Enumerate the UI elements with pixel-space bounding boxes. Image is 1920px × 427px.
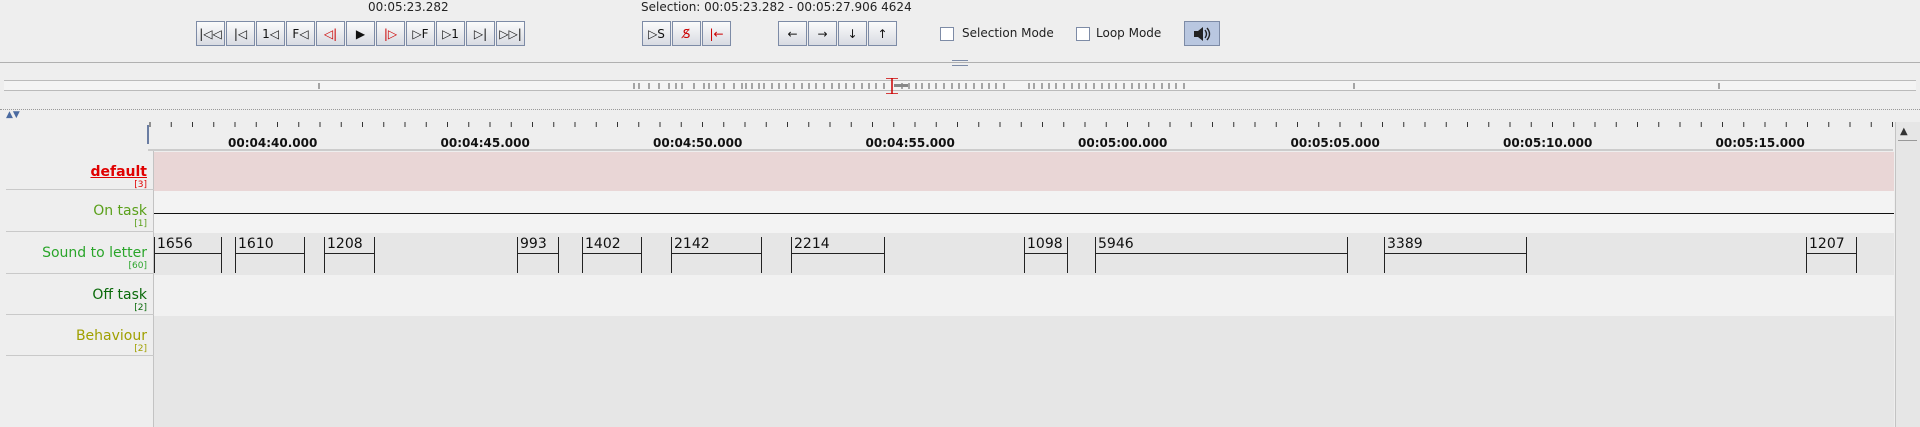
annotation-on-task[interactable] (154, 213, 1894, 214)
selection-mode-checkbox[interactable] (940, 27, 954, 41)
annotation-segment[interactable]: 5946 (1095, 236, 1348, 273)
tier-count: [60] (128, 261, 147, 271)
vertical-scrollbar[interactable]: ▲ (1895, 122, 1920, 427)
annotation-span-line (1025, 253, 1067, 254)
tier-count: [2] (134, 303, 147, 313)
annotation-span-line (1807, 253, 1856, 254)
ruler-label: 00:05:00.000 (1078, 136, 1168, 150)
annotation-value: 2214 (794, 236, 830, 252)
ruler-label: 00:05:05.000 (1290, 136, 1380, 150)
annotation-segment[interactable]: 3389 (1384, 236, 1527, 273)
ruler-start-marker (147, 125, 149, 144)
tier-separator (6, 231, 155, 232)
tier-label-on-task[interactable]: On task (93, 203, 147, 219)
annotation-segment[interactable]: 993 (517, 236, 559, 273)
annotation-segment[interactable]: 1098 (1024, 236, 1068, 273)
ruler-label: 00:05:10.000 (1503, 136, 1593, 150)
tier-count: [2] (134, 344, 147, 354)
annotation-segment[interactable]: 1610 (235, 236, 305, 273)
down-button[interactable]: ↓ (838, 21, 867, 46)
tier-row-empty (154, 357, 1894, 427)
tier-separator (6, 273, 155, 274)
loop-mode-label: Loop Mode (1096, 26, 1162, 40)
annotation-segment[interactable]: 1656 (154, 236, 222, 273)
tier-separator (6, 189, 155, 190)
annotation-segment[interactable]: 1208 (324, 236, 375, 273)
current-time-label: 00:05:23.282 (368, 0, 449, 14)
left-button[interactable]: ← (778, 21, 807, 46)
annotation-value: 5946 (1098, 236, 1134, 252)
annotation-span-line (155, 253, 221, 254)
tier-row-on-task[interactable] (154, 191, 1894, 233)
play-selection-button[interactable]: ▷S (642, 21, 671, 46)
annotation-span-line (672, 253, 761, 254)
next-pixel-button[interactable]: |▷ (376, 21, 405, 46)
annotation-value: 993 (520, 236, 547, 252)
tier-label-off-task[interactable]: Off task (92, 287, 147, 303)
annotation-span-line (1385, 253, 1526, 254)
divider (0, 109, 1920, 111)
next-second-button[interactable]: ▷1 (436, 21, 465, 46)
annotation-segment[interactable]: 2214 (791, 236, 885, 273)
expand-collapse-icon[interactable]: ▲▼ (6, 110, 20, 120)
up-button[interactable]: ↑ (868, 21, 897, 46)
right-button[interactable]: → (808, 21, 837, 46)
speaker-icon (1194, 26, 1211, 41)
clear-selection-button[interactable]: S̸ (672, 21, 701, 46)
annotation-value: 1208 (327, 236, 363, 252)
tier-row-behaviour[interactable] (154, 316, 1894, 357)
previous-second-button[interactable]: 1◁ (256, 21, 285, 46)
go-to-end-button[interactable]: ▷▷| (496, 21, 525, 46)
selection-to-begin-button[interactable]: |← (702, 21, 731, 46)
previous-pixel-button[interactable]: ◁| (316, 21, 345, 46)
scroll-up-icon[interactable]: ▲ (1900, 126, 1908, 137)
annotation-value: 1207 (1809, 236, 1845, 252)
annotation-span-line (583, 253, 641, 254)
selection-mode-label: Selection Mode (962, 26, 1054, 40)
next-scrollview-button[interactable]: ▷| (466, 21, 495, 46)
tier-label-panel: default [3] On task [1] Sound to letter [60] O… (2, 151, 155, 427)
annotation-segment[interactable]: 1402 (582, 236, 642, 273)
tier-label-behaviour[interactable]: Behaviour (76, 328, 147, 344)
overview-timeline[interactable] (4, 78, 1916, 94)
annotation-span-line (325, 253, 374, 254)
previous-frame-button[interactable]: F◁ (286, 21, 315, 46)
annotation-segment[interactable]: 2142 (671, 236, 762, 273)
tier-label-sound-to-letter[interactable]: Sound to letter (42, 245, 147, 261)
tier-row-default[interactable] (154, 152, 1894, 191)
ruler-label: 00:04:45.000 (440, 136, 530, 150)
tier-row-sound-to-letter[interactable]: 1656 1610 1208 993 1402 2142 2214 1098 5946 3389 1… (154, 233, 1894, 275)
volume-button[interactable] (1184, 21, 1220, 46)
annotation-segment[interactable]: 1207 (1806, 236, 1857, 273)
play-button[interactable]: ▶ (346, 21, 375, 46)
next-frame-button[interactable]: ▷F (406, 21, 435, 46)
annotation-span-line (792, 253, 884, 254)
annotation-value: 1610 (238, 236, 274, 252)
ruler-label: 00:05:15.000 (1715, 136, 1805, 150)
tier-separator (6, 355, 155, 356)
go-to-begin-button[interactable]: |◁◁ (196, 21, 225, 46)
annotation-value: 3389 (1387, 236, 1423, 252)
selection-label: Selection: 00:05:23.282 - 00:05:27.906 4… (641, 0, 912, 14)
annotation-value: 2142 (674, 236, 710, 252)
annotation-value: 1402 (585, 236, 621, 252)
previous-scrollview-button[interactable]: |◁ (226, 21, 255, 46)
ruler-label: 00:04:50.000 (653, 136, 743, 150)
annotation-span-line (236, 253, 304, 254)
annotation-span-line (518, 253, 558, 254)
splitter-handle-icon[interactable] (952, 60, 968, 66)
tier-separator (6, 314, 155, 315)
annotation-value: 1098 (1027, 236, 1063, 252)
tier-label-default[interactable]: default (90, 164, 147, 180)
ruler-label: 00:04:40.000 (228, 136, 318, 150)
ruler-label: 00:04:55.000 (865, 136, 955, 150)
tier-row-off-task[interactable] (154, 275, 1894, 316)
scroll-track-edge (1898, 140, 1917, 141)
annotation-value: 1656 (157, 236, 193, 252)
loop-mode-checkbox[interactable] (1076, 27, 1090, 41)
annotation-span-line (1096, 253, 1347, 254)
tier-count: [1] (134, 219, 147, 229)
